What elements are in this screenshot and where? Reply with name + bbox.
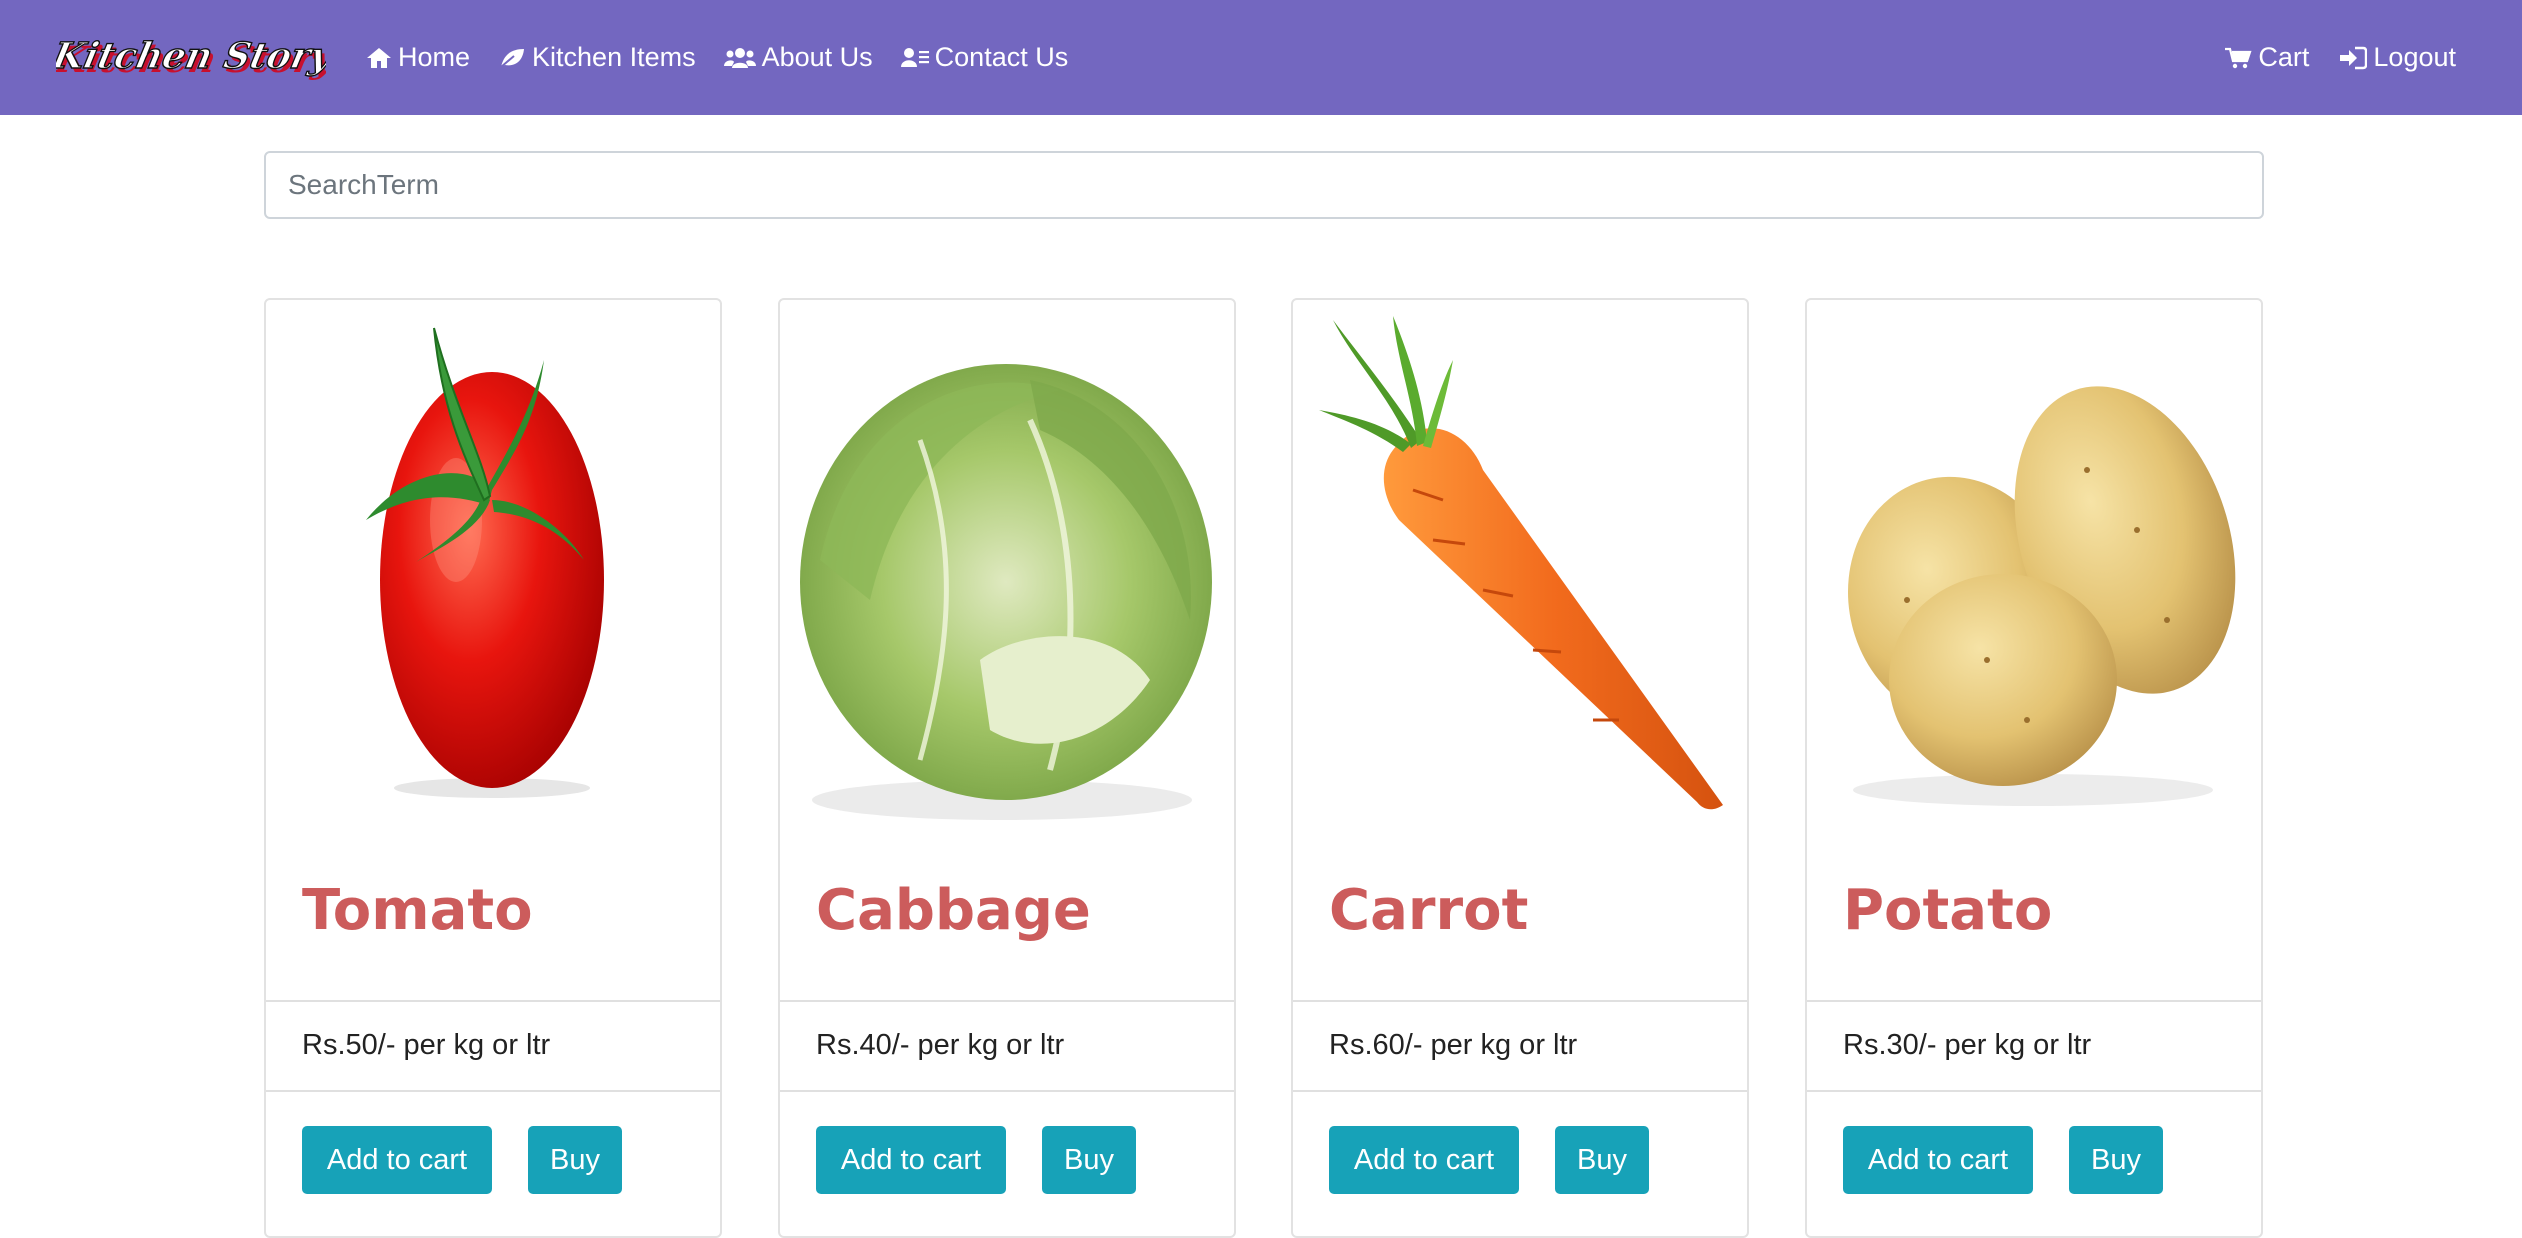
tomato-image [366, 327, 604, 798]
nav-home[interactable]: Home [366, 42, 470, 73]
nav-home-label: Home [398, 42, 471, 72]
product-card-cabbage: Cabbage Rs.40/- per kg or ltr Add to car… [778, 298, 1236, 1238]
product-price-row: Rs.60/- per kg or ltr [1293, 1000, 1747, 1092]
nav-logout[interactable]: Logout [2339, 42, 2456, 73]
product-grid: Tomato Rs.50/- per kg or ltr Add to cart… [264, 298, 2264, 1238]
leaf-icon [500, 48, 525, 68]
product-name: Potato [1843, 878, 2053, 943]
address-card-icon [900, 47, 929, 67]
carrot-image [1319, 316, 1723, 810]
product-price-row: Rs.40/- per kg or ltr [780, 1000, 1234, 1092]
product-price: Rs.50/- per kg or ltr [302, 1029, 551, 1061]
nav-contact-us[interactable]: Contact Us [900, 42, 1069, 73]
search-bar [264, 151, 2264, 219]
product-price: Rs.40/- per kg or ltr [816, 1029, 1065, 1061]
nav-contact-us-label: Contact Us [934, 42, 1069, 72]
users-icon [723, 47, 756, 68]
buy-button[interactable]: Buy [1555, 1126, 1649, 1194]
product-card-carrot: Carrot Rs.60/- per kg or ltr Add to cart… [1291, 298, 1749, 1238]
nav-kitchen-items[interactable]: Kitchen Items [498, 42, 696, 73]
add-to-cart-button[interactable]: Add to cart [302, 1126, 492, 1194]
sign-in-icon [2340, 46, 2368, 69]
nav-about-us[interactable]: About Us [723, 42, 873, 73]
nav-logout-label: Logout [2373, 42, 2456, 72]
add-to-cart-button[interactable]: Add to cart [1329, 1126, 1519, 1194]
search-input[interactable] [264, 151, 2264, 219]
product-price: Rs.60/- per kg or ltr [1329, 1029, 1578, 1061]
nav-cart[interactable]: Cart [2224, 42, 2309, 73]
product-name: Tomato [302, 878, 533, 943]
cabbage-image [800, 364, 1212, 820]
product-name: Carrot [1329, 878, 1529, 943]
buy-button[interactable]: Buy [2069, 1126, 2163, 1194]
buy-button[interactable]: Buy [528, 1126, 622, 1194]
nav-about-us-label: About Us [761, 42, 873, 72]
add-to-cart-button[interactable]: Add to cart [1843, 1126, 2033, 1194]
cart-icon [2225, 47, 2252, 68]
home-icon [367, 47, 391, 68]
potato-image [1847, 386, 2236, 806]
top-navbar: Kitchen Story Kitchen Story Home Kitchen… [0, 0, 2522, 115]
product-price-row: Rs.50/- per kg or ltr [266, 1000, 720, 1092]
product-price: Rs.30/- per kg or ltr [1843, 1029, 2092, 1061]
product-name: Cabbage [816, 878, 1091, 943]
svg-text:Kitchen Story: Kitchen Story [56, 34, 326, 77]
buy-button[interactable]: Buy [1042, 1126, 1136, 1194]
nav-kitchen-items-label: Kitchen Items [532, 42, 696, 72]
nav-cart-label: Cart [2258, 42, 2310, 72]
product-price-row: Rs.30/- per kg or ltr [1807, 1000, 2261, 1092]
add-to-cart-button[interactable]: Add to cart [816, 1126, 1006, 1194]
kitchen-story-logo[interactable]: Kitchen Story Kitchen Story [56, 34, 326, 86]
product-card-potato: Potato Rs.30/- per kg or ltr Add to cart… [1805, 298, 2263, 1238]
product-card-tomato: Tomato Rs.50/- per kg or ltr Add to cart… [264, 298, 722, 1238]
